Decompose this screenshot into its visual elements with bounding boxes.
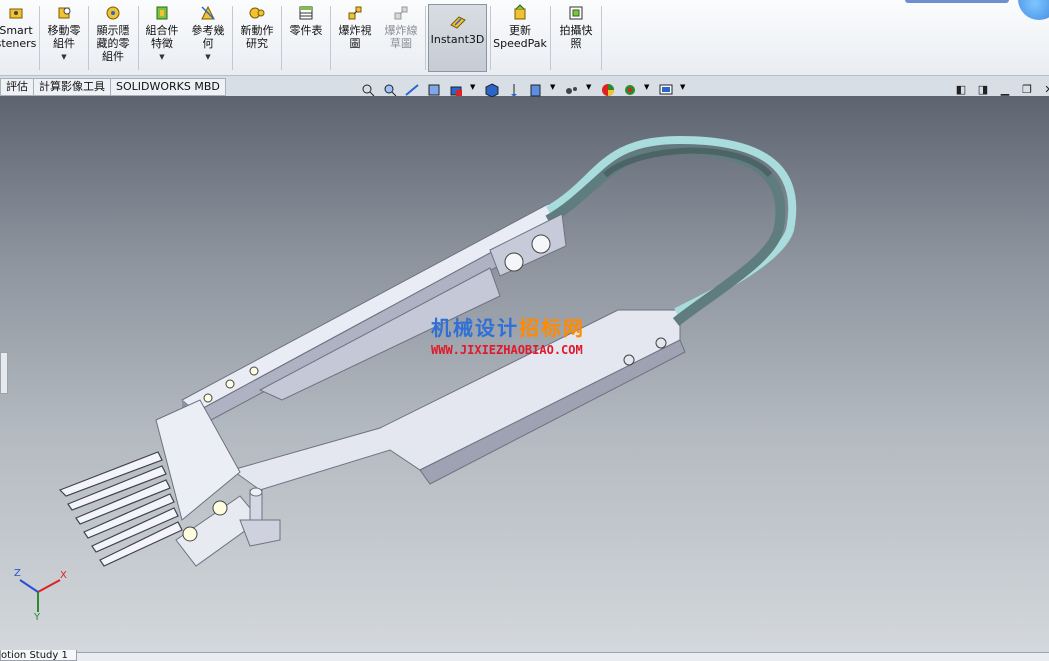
take-snapshot-button[interactable]: 拍攝快 照	[553, 4, 599, 72]
new-motion-study-label: 新動作 研究	[240, 24, 274, 50]
chevron-down-icon[interactable]: ▼	[470, 83, 478, 97]
smart-fasteners-label: Smart steners	[0, 24, 37, 50]
exploded-view-button[interactable]: 爆炸視 圖	[333, 4, 377, 72]
assembly-features-label: 組合件 特徵	[145, 24, 179, 50]
explode-line-sketch-icon	[394, 6, 408, 20]
instant3d-label: Instant3D	[430, 33, 485, 46]
move-component-icon	[58, 7, 71, 19]
smart-fasteners-button[interactable]: Smart steners	[0, 4, 38, 72]
previous-window-icon[interactable]: ◧	[954, 84, 968, 96]
instant3d-icon	[449, 16, 466, 29]
chevron-down-icon[interactable]: ▼	[61, 51, 66, 64]
show-hidden-components-icon	[106, 6, 120, 20]
minimize-icon[interactable]: ▁	[998, 84, 1012, 96]
edit-appearance-icon[interactable]	[528, 83, 544, 97]
take-snapshot-label: 拍攝快 照	[559, 24, 593, 50]
section-view-icon[interactable]	[426, 83, 442, 97]
reference-geometry-label: 參考幾 何	[191, 24, 225, 50]
reference-geometry-icon	[201, 5, 215, 20]
chevron-down-icon[interactable]: ▼	[644, 83, 652, 97]
motion-study-tab[interactable]: otion Study 1	[0, 650, 77, 661]
watermark: 机械设计招标网 WWW.JIXIEZHAOBIAO.COM	[431, 312, 585, 357]
bill-of-materials-icon	[299, 6, 313, 20]
heads-up-view-toolbar: ▼ ▼ ▼ ▼ ▼	[360, 83, 688, 97]
instant3d-button[interactable]: Instant3D	[428, 4, 487, 72]
solidworks-logo-icon	[1018, 0, 1049, 20]
triad-z-label: Z	[14, 568, 21, 579]
hide-show-items-icon[interactable]	[506, 83, 522, 97]
feature-manager-collapse-handle[interactable]	[0, 352, 8, 394]
triad-x-label: X	[60, 570, 67, 581]
show-hidden-components-label: 顯示隱 藏的零 組件	[96, 24, 130, 63]
watermark-url: WWW.JIXIEZHAOBIAO.COM	[431, 343, 583, 357]
reference-geometry-button[interactable]: 參考幾 何 ▼	[186, 4, 230, 72]
assembly-features-icon	[156, 6, 168, 20]
zoom-to-fit-icon[interactable]	[360, 83, 376, 97]
bill-of-materials-label: 零件表	[289, 24, 323, 37]
command-manager-ribbon: Smart steners 移動零 組件 ▼ 顯示隱 藏的零 組件 組合件 特徵…	[0, 0, 1049, 76]
chevron-down-icon[interactable]: ▼	[205, 51, 210, 64]
close-icon[interactable]: ✕	[1042, 84, 1049, 96]
chevron-down-icon[interactable]: ▼	[159, 51, 164, 64]
update-speedpak-button[interactable]: 更新 SpeedPak	[492, 4, 548, 72]
chevron-down-icon[interactable]: ▼	[680, 83, 688, 97]
watermark-orange-text: 招标网	[519, 316, 585, 340]
move-component-label: 移動零 組件	[47, 24, 81, 50]
previous-view-icon[interactable]	[404, 83, 420, 97]
graphics-area[interactable]: 机械设计招标网 WWW.JIXIEZHAOBIAO.COM X Y Z	[0, 96, 1049, 652]
apply-scene-icon[interactable]	[564, 83, 580, 97]
chevron-down-icon[interactable]: ▼	[586, 83, 594, 97]
smart-fasteners-icon	[9, 8, 23, 19]
viewport-window-controls: ◧ ◨ ▁ ❐ ✕	[954, 84, 1049, 96]
take-snapshot-icon	[569, 6, 583, 20]
assembly-features-button[interactable]: 組合件 特徵 ▼	[140, 4, 184, 72]
update-speedpak-icon	[514, 4, 526, 20]
tab-evaluate[interactable]: 評估	[0, 78, 34, 96]
next-window-icon[interactable]: ◨	[976, 84, 990, 96]
scene-icon[interactable]	[622, 83, 638, 97]
display-style-icon[interactable]	[484, 83, 500, 97]
triad-y-label: Y	[34, 612, 41, 623]
bill-of-materials-button[interactable]: 零件表	[284, 4, 328, 72]
assembly-model[interactable]	[0, 96, 1049, 652]
show-hidden-components-button[interactable]: 顯示隱 藏的零 組件	[91, 4, 135, 72]
explode-line-sketch-label: 爆炸線 草圖	[384, 24, 418, 50]
exploded-view-label: 爆炸視 圖	[338, 24, 372, 50]
title-bar-button[interactable]	[905, 0, 1009, 3]
view-orientation-icon[interactable]	[448, 83, 464, 97]
move-component-button[interactable]: 移動零 組件 ▼	[42, 4, 86, 72]
zoom-to-area-icon[interactable]	[382, 83, 398, 97]
update-speedpak-label: 更新 SpeedPak	[493, 24, 547, 50]
explode-line-sketch-button: 爆炸線 草圖	[379, 4, 423, 72]
tab-solidworks-mbd[interactable]: SOLIDWORKS MBD	[110, 78, 226, 96]
new-motion-study-button[interactable]: 新動作 研究	[235, 4, 279, 72]
view-settings-icon[interactable]	[658, 83, 674, 97]
command-manager-tabs: 評估 計算影像工具 SOLIDWORKS MBD	[0, 78, 226, 96]
restore-icon[interactable]: ❐	[1020, 84, 1034, 96]
new-motion-study-icon	[249, 7, 265, 19]
tab-render-tools[interactable]: 計算影像工具	[33, 78, 111, 96]
watermark-blue-text: 机械设计	[431, 316, 519, 340]
exploded-view-icon	[348, 6, 362, 20]
coordinate-triad	[19, 579, 61, 612]
appearance-color-icon[interactable]	[600, 83, 616, 97]
chevron-down-icon[interactable]: ▼	[550, 83, 558, 97]
